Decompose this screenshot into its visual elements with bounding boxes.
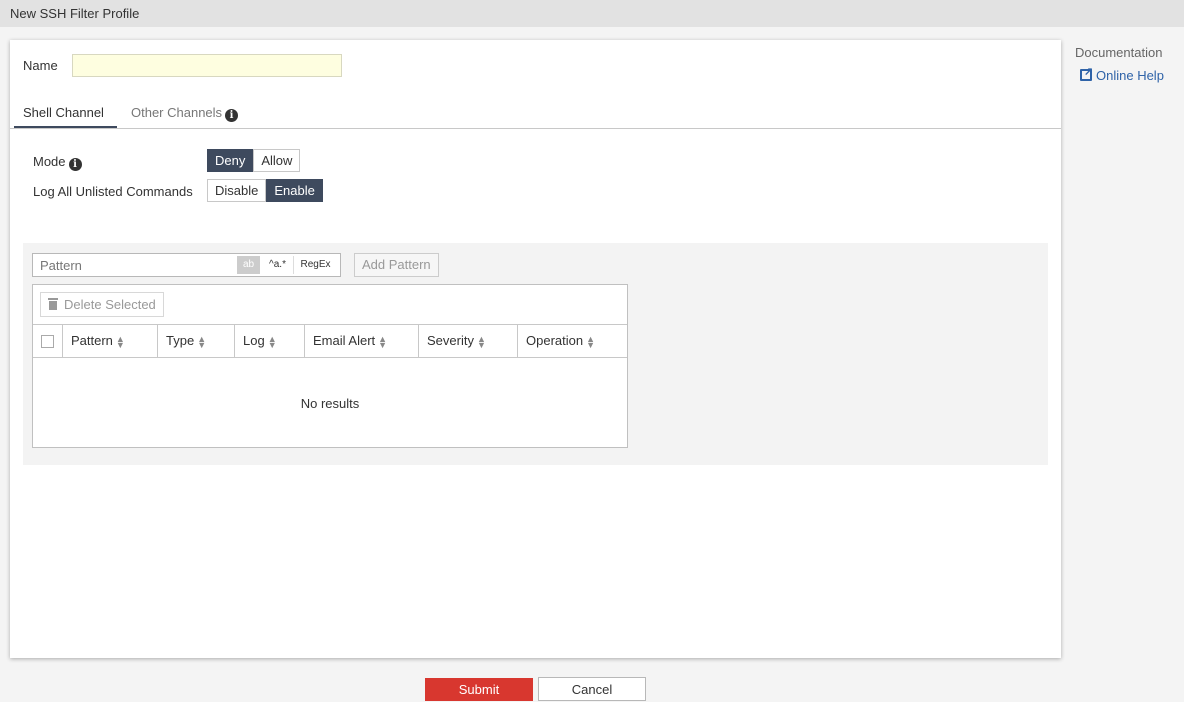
- pattern-input[interactable]: [33, 254, 233, 276]
- select-all-cell: [33, 325, 63, 357]
- delete-selected-label: Delete Selected: [64, 297, 156, 312]
- pattern-input-group: ab ^a.* RegEx: [32, 253, 341, 277]
- active-tab-indicator: [14, 126, 117, 128]
- mode-allow-button[interactable]: Allow: [253, 149, 301, 172]
- pattern-section: ab ^a.* RegEx Add Pattern Delete Selecte…: [23, 243, 1048, 465]
- column-header-type[interactable]: Type ▲ ▼: [158, 325, 235, 357]
- column-label: Log: [243, 333, 265, 348]
- tab-shell-channel[interactable]: Shell Channel: [23, 105, 104, 120]
- title-bar: New SSH Filter Profile: [0, 0, 1184, 27]
- info-icon: i: [225, 109, 239, 122]
- sort-icon: ▲ ▼: [586, 333, 596, 350]
- table-header: Pattern ▲ ▼ Type ▲ ▼ Log ▲ ▼ Email Alert ▲ ▼ Sev…: [33, 324, 627, 358]
- column-label: Email Alert: [313, 333, 376, 348]
- column-header-log[interactable]: Log ▲ ▼: [235, 325, 305, 357]
- mode-toggle: Deny Allow: [207, 149, 301, 172]
- form-panel: Name Shell Channel Other Channels i Mode i…: [10, 40, 1061, 658]
- log-unlisted-toggle: Disable Enable: [207, 179, 323, 202]
- sort-icon: ▲ ▼: [197, 333, 207, 350]
- select-all-checkbox[interactable]: [41, 335, 54, 348]
- column-header-operation[interactable]: Operation ▲ ▼: [518, 325, 627, 357]
- add-pattern-button[interactable]: Add Pattern: [354, 253, 439, 277]
- column-header-pattern[interactable]: Pattern ▲ ▼: [63, 325, 158, 357]
- tab-other-channels-label: Other Channels: [131, 105, 223, 120]
- trash-icon: [48, 298, 58, 310]
- mode-deny-button[interactable]: Deny: [207, 149, 254, 172]
- empty-state-text: No results: [300, 396, 360, 411]
- log-enable-button[interactable]: Enable: [266, 179, 323, 202]
- match-type-wildcard[interactable]: ^a.*: [264, 256, 291, 274]
- info-icon: i: [68, 158, 82, 171]
- cancel-button[interactable]: Cancel: [538, 677, 646, 701]
- mode-label: Mode i: [33, 154, 82, 171]
- column-label: Operation: [526, 333, 584, 348]
- sort-icon: ▲ ▼: [267, 333, 277, 350]
- pattern-table: Delete Selected Pattern ▲ ▼ Type ▲ ▼ Log ▲ ▼ E…: [32, 284, 628, 448]
- online-help-link[interactable]: Online Help: [1080, 65, 1164, 83]
- column-label: Type: [166, 333, 195, 348]
- page-title: New SSH Filter Profile: [10, 6, 140, 21]
- external-link-icon: [1080, 65, 1093, 81]
- submit-button[interactable]: Submit: [425, 678, 533, 701]
- match-type-simple[interactable]: ab: [237, 256, 260, 274]
- mode-label-text: Mode: [33, 154, 66, 169]
- column-label: Pattern: [71, 333, 113, 348]
- online-help-label: Online Help: [1096, 68, 1164, 83]
- channel-tabs: Shell Channel Other Channels i: [10, 98, 1061, 129]
- sort-icon: ▲ ▼: [476, 333, 486, 350]
- delete-selected-button[interactable]: Delete Selected: [40, 292, 164, 317]
- column-header-email-alert[interactable]: Email Alert ▲ ▼: [305, 325, 419, 357]
- name-input[interactable]: [72, 54, 342, 77]
- match-type-regex[interactable]: RegEx: [293, 256, 337, 274]
- sort-icon: ▲ ▼: [378, 333, 388, 350]
- name-label: Name: [23, 58, 58, 73]
- column-header-severity[interactable]: Severity ▲ ▼: [419, 325, 518, 357]
- sort-icon: ▲ ▼: [115, 333, 125, 350]
- column-label: Severity: [427, 333, 474, 348]
- documentation-heading: Documentation: [1075, 45, 1163, 60]
- tab-other-channels[interactable]: Other Channels i: [131, 105, 239, 122]
- log-unlisted-label: Log All Unlisted Commands: [33, 184, 193, 199]
- log-disable-button[interactable]: Disable: [207, 179, 267, 202]
